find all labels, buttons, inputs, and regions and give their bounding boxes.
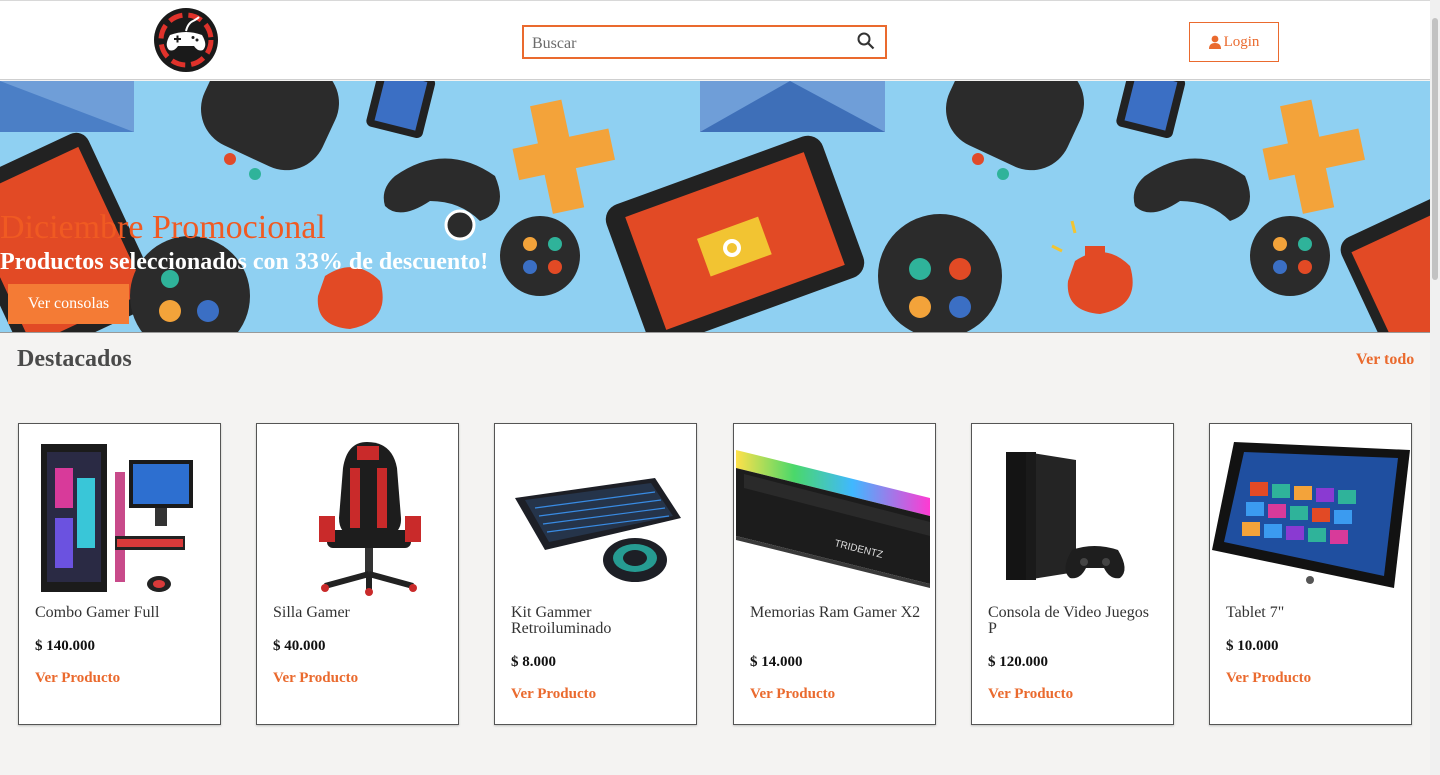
banner-title: Diciembre Promocional <box>0 209 326 246</box>
user-icon <box>1208 35 1221 49</box>
see-all-link[interactable]: Ver todo <box>1356 351 1414 369</box>
product-image-tablet <box>1212 442 1410 588</box>
product-card[interactable]: TRIDENTZ Memorias Ram Gamer X2 $ 14.000 … <box>733 423 936 725</box>
scrollbar-thumb[interactable] <box>1432 18 1438 280</box>
product-image-keyboard-mouse <box>515 478 681 582</box>
gamepad-logo-icon[interactable] <box>153 7 219 73</box>
search-input[interactable] <box>530 31 854 57</box>
see-consoles-button[interactable]: Ver consolas <box>8 284 129 324</box>
view-product-link[interactable]: Ver Producto <box>273 670 358 687</box>
view-product-link[interactable]: Ver Producto <box>35 670 120 687</box>
product-price: $ 140.000 <box>35 638 95 654</box>
view-product-link[interactable]: Ver Producto <box>988 686 1073 703</box>
promo-banner: Diciembre Promocional Productos seleccio… <box>0 81 1430 333</box>
login-label: Login <box>1223 33 1260 50</box>
view-product-link[interactable]: Ver Producto <box>1226 670 1311 687</box>
product-image-console <box>1006 452 1125 580</box>
product-image-ram: TRIDENTZ <box>736 450 930 588</box>
product-price: $ 8.000 <box>511 654 556 670</box>
product-card[interactable]: Tablet 7" $ 10.000 Ver Producto <box>1209 423 1412 725</box>
product-card[interactable]: Consola de Video Juegos P $ 120.000 Ver … <box>971 423 1174 725</box>
product-card[interactable]: Combo Gamer Full $ 140.000 Ver Producto <box>18 423 221 725</box>
product-image-gaming-chair <box>319 442 421 596</box>
product-name: Combo Gamer Full <box>35 604 160 621</box>
product-name: Consola de Video Juegos P <box>988 604 1149 637</box>
product-name: Kit Gammer Retroiluminado <box>511 604 612 637</box>
product-card[interactable]: Silla Gamer $ 40.000 Ver Producto <box>256 423 459 725</box>
scrollbar[interactable] <box>1430 0 1440 775</box>
section-title: Destacados <box>17 346 132 372</box>
product-price: $ 14.000 <box>750 654 803 670</box>
product-name: Silla Gamer <box>273 604 350 621</box>
search-icon[interactable] <box>857 32 875 50</box>
site-header: Login <box>0 0 1430 80</box>
product-name: Memorias Ram Gamer X2 <box>750 604 921 621</box>
product-card[interactable]: Kit Gammer Retroiluminado $ 8.000 Ver Pr… <box>494 423 697 725</box>
banner-illustration <box>0 81 1430 332</box>
product-price: $ 120.000 <box>988 654 1048 670</box>
view-product-link[interactable]: Ver Producto <box>511 686 596 703</box>
search-box[interactable] <box>522 25 887 59</box>
login-button[interactable]: Login <box>1189 22 1279 62</box>
banner-subtitle: Productos seleccionados con 33% de descu… <box>0 249 489 275</box>
product-image-gaming-pc <box>41 444 193 592</box>
product-name: Tablet 7" <box>1226 604 1285 621</box>
view-product-link[interactable]: Ver Producto <box>750 686 835 703</box>
product-price: $ 40.000 <box>273 638 326 654</box>
product-price: $ 10.000 <box>1226 638 1279 654</box>
